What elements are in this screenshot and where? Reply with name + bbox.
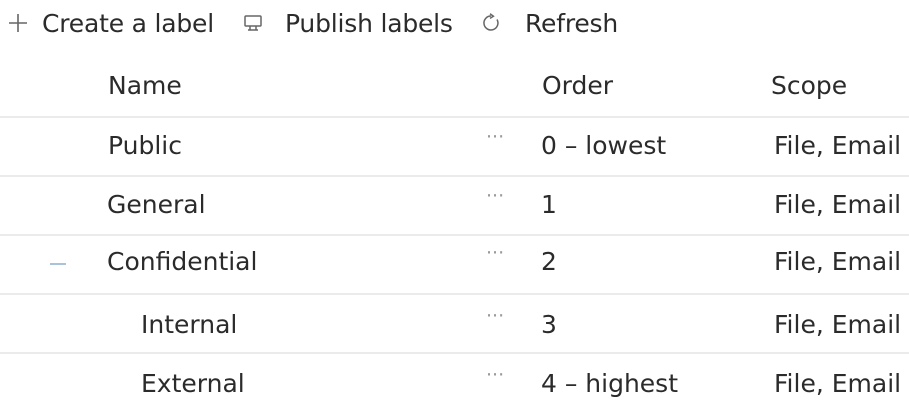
publish-labels-button[interactable]: Publish labels bbox=[242, 6, 453, 40]
publish-icon bbox=[242, 14, 264, 32]
collapse-icon[interactable] bbox=[50, 263, 66, 265]
label-order: 0 – lowest bbox=[541, 131, 667, 160]
label-name[interactable]: Public bbox=[108, 131, 182, 160]
label-scope: File, Email bbox=[774, 310, 902, 339]
label-scope: File, Email bbox=[774, 369, 902, 398]
table-row[interactable]: Confidential ··· 2 File, Email bbox=[0, 234, 909, 293]
sublabel-name[interactable]: Internal bbox=[141, 310, 237, 339]
label-order: 1 bbox=[541, 190, 557, 219]
label-scope: File, Email bbox=[774, 190, 902, 219]
more-actions-icon[interactable]: ··· bbox=[486, 185, 504, 207]
label-scope: File, Email bbox=[774, 247, 902, 276]
label-scope: File, Email bbox=[774, 131, 902, 160]
label-order: 4 – highest bbox=[541, 369, 679, 398]
more-actions-icon[interactable]: ··· bbox=[486, 126, 504, 148]
table-row[interactable]: General ··· 1 File, Email bbox=[0, 175, 909, 234]
create-label-text: Create a label bbox=[42, 8, 214, 38]
refresh-text: Refresh bbox=[525, 8, 619, 38]
sublabel-name[interactable]: External bbox=[141, 369, 245, 398]
column-header-order[interactable]: Order bbox=[542, 71, 613, 100]
more-actions-icon[interactable]: ··· bbox=[486, 364, 504, 386]
table-row[interactable]: Internal ··· 3 File, Email bbox=[0, 293, 909, 352]
table-row[interactable]: Public ··· 0 – lowest File, Email bbox=[0, 116, 909, 175]
label-order: 2 bbox=[541, 247, 557, 276]
create-label-button[interactable]: Create a label bbox=[6, 6, 214, 40]
command-bar: Create a label Publish labels Refresh bbox=[0, 0, 909, 48]
more-actions-icon[interactable]: ··· bbox=[486, 305, 504, 327]
plus-icon bbox=[6, 13, 30, 33]
label-name[interactable]: Confidential bbox=[107, 247, 257, 276]
more-actions-icon[interactable]: ··· bbox=[486, 242, 504, 264]
column-header-scope[interactable]: Scope bbox=[771, 71, 847, 100]
column-header-name[interactable]: Name bbox=[108, 71, 182, 100]
publish-labels-text: Publish labels bbox=[285, 8, 453, 38]
refresh-icon bbox=[480, 13, 502, 33]
table-row[interactable]: External ··· 4 – highest File, Email bbox=[0, 352, 909, 411]
label-name[interactable]: General bbox=[107, 190, 206, 219]
table-header: Name Order Scope bbox=[0, 62, 909, 116]
refresh-button[interactable]: Refresh bbox=[480, 6, 618, 40]
label-order: 3 bbox=[541, 310, 557, 339]
